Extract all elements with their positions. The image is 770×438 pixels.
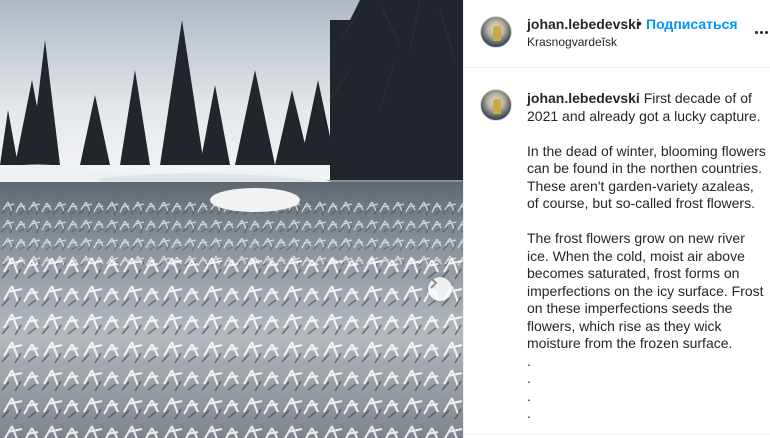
caption-dot: . [527, 352, 531, 369]
caption-avatar[interactable] [480, 89, 512, 121]
follow-button[interactable]: Подписаться [646, 16, 738, 32]
caption-dot: . [527, 387, 531, 404]
author-avatar[interactable] [480, 16, 512, 48]
caption-dots: . . . . [527, 353, 767, 423]
separator-dot: • [637, 15, 642, 31]
post-caption: johan.lebedevski First decade of of 2021… [527, 90, 767, 423]
caption-paragraph: In the dead of winter, blooming flowers … [527, 142, 766, 212]
frost-flowers-image [0, 0, 463, 438]
chevron-right-icon [430, 277, 438, 289]
caption-paragraph: The frost flowers grow on new river ice.… [527, 230, 764, 351]
divider [464, 434, 770, 435]
caption-dot: . [527, 370, 531, 386]
header-username[interactable]: johan.lebedevski [527, 16, 640, 32]
next-photo-button[interactable] [428, 277, 452, 301]
post-header: johan.lebedevski • Подписаться Krasnogva… [464, 0, 770, 68]
more-horizontal-icon[interactable] [754, 24, 770, 42]
caption-dot: . [527, 405, 531, 421]
caption-intro: johan.lebedevski First decade of of 2021… [527, 90, 767, 125]
caption-username[interactable]: johan.lebedevski [527, 90, 640, 106]
post-location[interactable]: Krasnogvardeĭsk [527, 35, 617, 49]
post-photo[interactable] [0, 0, 463, 438]
post-side-panel: johan.lebedevski • Подписаться Krasnogva… [463, 0, 770, 438]
